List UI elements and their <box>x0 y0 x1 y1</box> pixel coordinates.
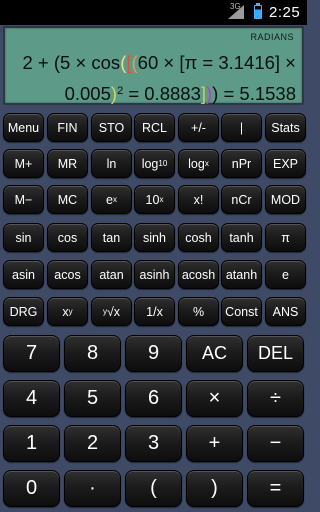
acos-button[interactable]: acos <box>47 260 88 289</box>
add-button[interactable]: + <box>186 425 243 462</box>
tan-button[interactable]: tan <box>91 223 132 252</box>
npr-button[interactable]: nPr <box>221 149 262 178</box>
cos-button[interactable]: cos <box>47 223 88 252</box>
ex-base: e <box>106 192 113 207</box>
log10-label: log <box>141 156 159 171</box>
reciprocal-button[interactable]: 1/x <box>134 297 175 326</box>
tanh-button[interactable]: tanh <box>221 223 262 252</box>
expr-part: = 0.8883 <box>123 83 201 104</box>
exp-button[interactable]: EXP <box>265 149 306 178</box>
const-button[interactable]: Const <box>221 297 262 326</box>
digit-4-button[interactable]: 4 <box>3 380 60 417</box>
digit-1-button[interactable]: 1 <box>3 425 60 462</box>
logx-label: log <box>188 156 205 171</box>
ten-power-button[interactable]: 10 x <box>134 185 175 214</box>
memory-add-button[interactable]: M+ <box>3 149 44 178</box>
root-label: √x <box>106 304 121 319</box>
angle-mode-label: RADIANS <box>250 32 294 42</box>
log10-button[interactable]: log 10 <box>134 149 175 178</box>
all-clear-button[interactable]: AC <box>186 335 243 372</box>
euler-button[interactable]: e <box>265 260 306 289</box>
ex-superscript: x <box>112 195 117 204</box>
menu-button[interactable]: Menu <box>3 113 44 142</box>
log10-subscript: 10 <box>158 159 168 168</box>
atanh-button[interactable]: atanh <box>221 260 262 289</box>
stats-button[interactable]: Stats <box>265 113 306 142</box>
sto-button[interactable]: STO <box>91 113 132 142</box>
xy-superscript: y <box>68 307 73 316</box>
delete-button[interactable]: DEL <box>247 335 304 372</box>
ln-button[interactable]: ln <box>91 149 132 178</box>
equals-button[interactable]: = <box>247 470 304 507</box>
cosh-button[interactable]: cosh <box>178 223 219 252</box>
pi-button[interactable]: π <box>265 223 306 252</box>
digit-9-button[interactable]: 9 <box>125 335 182 372</box>
decimal-point-button[interactable]: · <box>64 470 121 507</box>
tenx-superscript: x <box>159 195 164 204</box>
sin-button[interactable]: sin <box>3 223 44 252</box>
atan-button[interactable]: atan <box>91 260 132 289</box>
absolute-value-button[interactable]: | <box>221 113 262 142</box>
signal-strength-icon <box>228 5 244 19</box>
logx-button[interactable]: log x <box>178 149 219 178</box>
battery-icon <box>254 3 262 19</box>
status-bar: 3G 2:25 <box>0 0 307 25</box>
expr-part: ) = 5.1538 <box>212 83 296 104</box>
rcl-button[interactable]: RCL <box>134 113 175 142</box>
acosh-button[interactable]: acosh <box>178 260 219 289</box>
digit-5-button[interactable]: 5 <box>64 380 121 417</box>
left-paren-button[interactable]: ( <box>125 470 182 507</box>
factorial-button[interactable]: x! <box>178 185 219 214</box>
divide-button[interactable]: ÷ <box>247 380 304 417</box>
digit-8-button[interactable]: 8 <box>64 335 121 372</box>
root-button[interactable]: y √x <box>91 297 132 326</box>
memory-recall-button[interactable]: MR <box>47 149 88 178</box>
digit-3-button[interactable]: 3 <box>125 425 182 462</box>
mod-button[interactable]: MOD <box>265 185 306 214</box>
digit-2-button[interactable]: 2 <box>64 425 121 462</box>
sinh-button[interactable]: sinh <box>134 223 175 252</box>
digit-6-button[interactable]: 6 <box>125 380 182 417</box>
memory-subtract-button[interactable]: M− <box>3 185 44 214</box>
negate-button[interactable]: +/- <box>178 113 219 142</box>
asinh-button[interactable]: asinh <box>134 260 175 289</box>
expr-part: 60 × [π = 3.1416] × <box>137 52 296 73</box>
calculator-display: RADIANS 2 + (5 × cos([(60 × [π = 3.1416]… <box>3 26 304 105</box>
subtract-button[interactable]: − <box>247 425 304 462</box>
exp-e-button[interactable]: ex <box>91 185 132 214</box>
expr-part: 2 + (5 × cos <box>22 52 121 73</box>
ans-button[interactable]: ANS <box>265 297 306 326</box>
percent-button[interactable]: % <box>178 297 219 326</box>
ncr-button[interactable]: nCr <box>221 185 262 214</box>
multiply-button[interactable]: × <box>186 380 243 417</box>
fin-button[interactable]: FIN <box>47 113 88 142</box>
digit-0-button[interactable]: 0 <box>3 470 60 507</box>
drg-button[interactable]: DRG <box>3 297 44 326</box>
memory-clear-button[interactable]: MC <box>47 185 88 214</box>
expression-text: 2 + (5 × cos([(60 × [π = 3.1416] × 0.005)… <box>11 48 296 108</box>
asin-button[interactable]: asin <box>3 260 44 289</box>
right-paren-button[interactable]: ) <box>186 470 243 507</box>
logx-subscript: x <box>204 159 209 168</box>
status-time: 2:25 <box>269 4 301 21</box>
expr-part: 0.005 <box>64 83 111 104</box>
power-button[interactable]: xy <box>47 297 88 326</box>
digit-7-button[interactable]: 7 <box>3 335 60 372</box>
tenx-base: 10 <box>145 192 160 207</box>
